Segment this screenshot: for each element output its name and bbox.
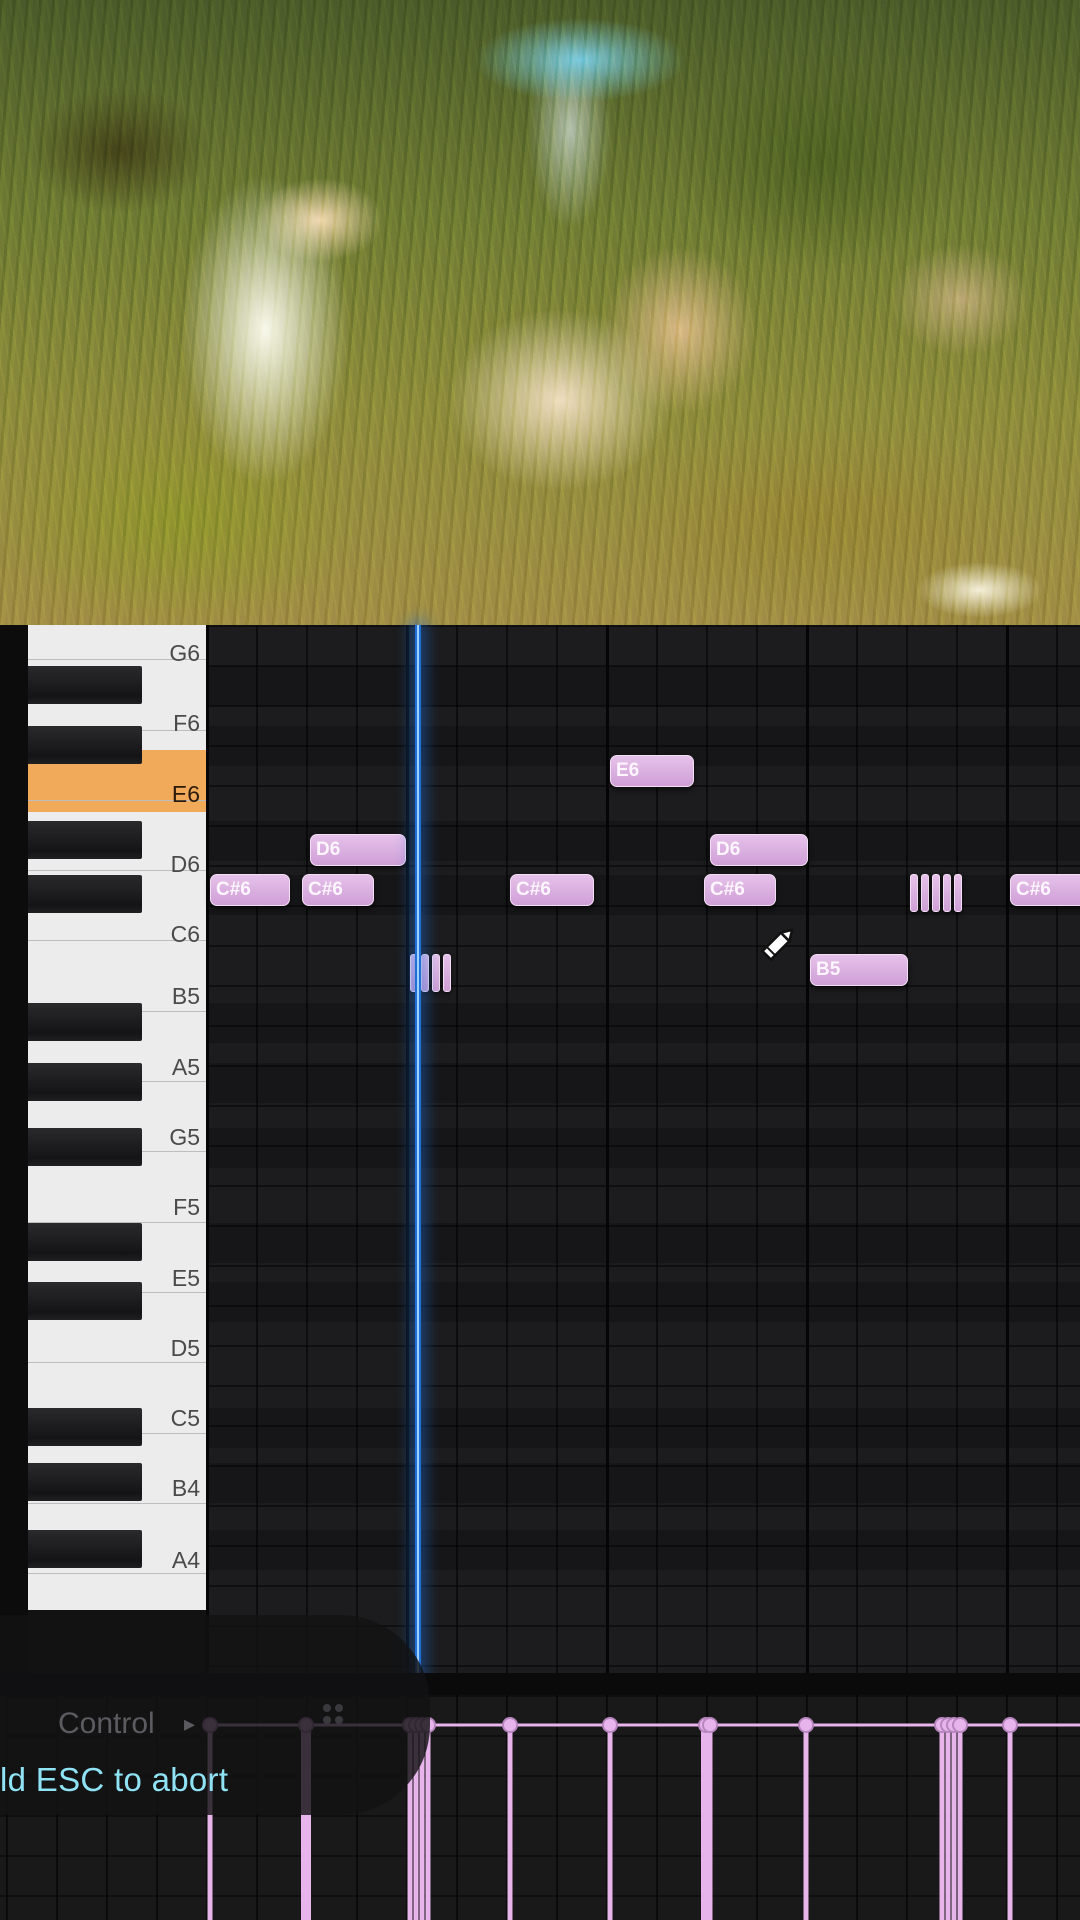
note[interactable]: D6 — [310, 834, 406, 866]
note[interactable]: C#6 — [1010, 874, 1080, 906]
key-label-d6: D6 — [170, 851, 200, 877]
note[interactable]: C#6 — [302, 874, 374, 906]
abort-hint-text: ld ESC to abort — [0, 1761, 229, 1798]
note[interactable]: C#6 — [704, 874, 776, 906]
background-video-frame — [0, 0, 1080, 625]
bar-line — [606, 625, 609, 1673]
black-key-lane — [206, 1282, 1080, 1322]
black-key[interactable] — [28, 666, 142, 704]
black-key-lane — [206, 1408, 1080, 1448]
key-label-e5: E5 — [171, 1265, 200, 1291]
note-cluster[interactable] — [910, 874, 962, 912]
velocity-handle[interactable] — [602, 1717, 618, 1733]
key-label-g6: G6 — [169, 640, 200, 666]
black-key-lane — [206, 666, 1080, 706]
bar-line — [806, 625, 809, 1673]
white-key[interactable] — [28, 1574, 206, 1610]
key-label-f6: F6 — [173, 710, 200, 736]
foliage-texture — [0, 0, 1080, 625]
chevron-right-icon: ▸ — [184, 1711, 196, 1736]
key-label-f5: F5 — [173, 1194, 200, 1220]
black-key[interactable] — [28, 1282, 142, 1320]
note-grid[interactable]: C#6 C#6 D6 C#6 E6 C#6 D6 B5 C#6 — [206, 625, 1080, 1673]
key-label-b5: B5 — [171, 983, 200, 1009]
short-note[interactable] — [432, 954, 440, 992]
black-key[interactable] — [28, 1128, 142, 1166]
key-label-a4: A4 — [171, 1547, 200, 1573]
short-note[interactable] — [910, 874, 918, 912]
short-note[interactable] — [443, 954, 451, 992]
grip-icon[interactable] — [318, 1699, 348, 1729]
key-label-c6: C6 — [170, 921, 200, 947]
bar-line — [206, 625, 209, 1673]
key-label-c5: C5 — [170, 1405, 200, 1431]
black-key-lane — [206, 1128, 1080, 1168]
key-label-b4: B4 — [171, 1475, 200, 1501]
black-key[interactable] — [28, 1063, 142, 1101]
black-key-lane — [206, 1223, 1080, 1263]
black-key-lane — [206, 1530, 1080, 1570]
velocity-handle[interactable] — [702, 1717, 718, 1733]
note[interactable]: E6 — [610, 755, 694, 787]
note[interactable]: D6 — [710, 834, 808, 866]
note[interactable]: C#6 — [510, 874, 594, 906]
note[interactable]: B5 — [810, 954, 908, 986]
black-key[interactable] — [28, 1223, 142, 1261]
bar-line — [1006, 625, 1009, 1673]
black-key[interactable] — [28, 821, 142, 859]
note[interactable]: C#6 — [210, 874, 290, 906]
black-key[interactable] — [28, 1003, 142, 1041]
black-key[interactable] — [28, 1408, 142, 1446]
velocity-handle[interactable] — [952, 1717, 968, 1733]
key-label-d5: D5 — [170, 1335, 200, 1361]
piano-roll: G6F6E6D6C6B5A5G5F5E5D5C5B4A4G4 C#6 C#6 D… — [0, 625, 1080, 1920]
key-label-g5: G5 — [169, 1124, 200, 1150]
key-label-e6: E6 — [171, 781, 200, 807]
bar-line — [406, 625, 409, 1673]
short-note[interactable] — [421, 954, 429, 992]
short-note[interactable] — [954, 874, 962, 912]
short-note[interactable] — [921, 874, 929, 912]
black-key-lane — [206, 1463, 1080, 1503]
key-label-a5: A5 — [171, 1054, 200, 1080]
velocity-handle[interactable] — [798, 1717, 814, 1733]
black-key[interactable] — [28, 875, 142, 913]
short-note[interactable] — [943, 874, 951, 912]
velocity-handle[interactable] — [502, 1717, 518, 1733]
black-key[interactable] — [28, 726, 142, 764]
velocity-handle[interactable] — [1002, 1717, 1018, 1733]
black-key-lane — [206, 1003, 1080, 1043]
black-key[interactable] — [28, 1463, 142, 1501]
black-key[interactable] — [28, 1530, 142, 1568]
pencil-icon — [760, 928, 794, 962]
short-note[interactable] — [932, 874, 940, 912]
piano-keyboard[interactable]: G6F6E6D6C6B5A5G5F5E5D5C5B4A4G4 — [28, 625, 206, 1610]
control-dropdown[interactable]: Control — [58, 1707, 155, 1741]
black-key-lane — [206, 1063, 1080, 1103]
